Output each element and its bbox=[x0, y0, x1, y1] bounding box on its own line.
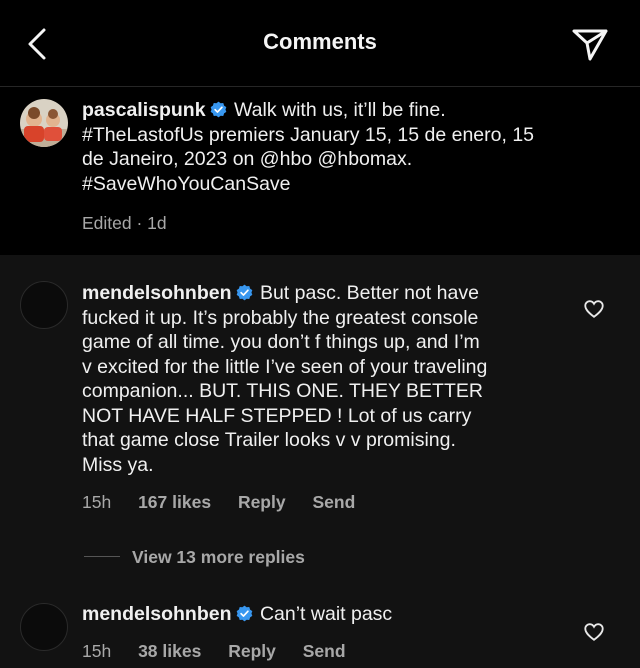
heart-icon bbox=[584, 623, 604, 641]
back-button[interactable] bbox=[20, 24, 60, 64]
reply-divider bbox=[84, 556, 120, 557]
post-caption: pascalispunk Walk with us, it’ll be fine… bbox=[0, 87, 640, 254]
replies-section: View 13 more replies mendelsohnben Can’t… bbox=[0, 533, 640, 668]
comment-text: mendelsohnben Can’t wait pasc bbox=[82, 602, 392, 627]
like-button[interactable] bbox=[583, 621, 605, 643]
comment-line: NOT HAVE HALF STEPPED ! Lot of us carry bbox=[82, 404, 472, 427]
header-bar: Comments bbox=[0, 0, 640, 87]
avatar[interactable] bbox=[20, 603, 68, 651]
caption-line: de Janeiro, 2023 on @hbo @hbomax. bbox=[82, 148, 413, 170]
reply-button[interactable]: Reply bbox=[228, 641, 276, 661]
comment-line: companion... BUT. THIS ONE. THEY BETTER bbox=[82, 380, 483, 402]
likes-count[interactable]: 38 likes bbox=[138, 641, 201, 661]
verified-badge-icon bbox=[236, 605, 252, 622]
view-more-replies-button[interactable]: View 13 more replies bbox=[132, 547, 305, 568]
avatar[interactable] bbox=[20, 99, 68, 147]
chevron-left-icon bbox=[28, 28, 46, 60]
like-button[interactable] bbox=[583, 298, 605, 320]
comment-line: v excited for the little I’ve seen of yo… bbox=[82, 355, 488, 378]
comment-line: But pasc. Better not have bbox=[259, 282, 479, 304]
comment-time: 15h bbox=[82, 492, 112, 512]
comment-username[interactable]: mendelsohnben bbox=[82, 282, 232, 304]
comment-text: mendelsohnben But pasc. Better not have … bbox=[82, 281, 487, 477]
comment-item: mendelsohnben But pasc. Better not have … bbox=[0, 255, 640, 533]
caption-line: Walk with us, it’ll be fine. bbox=[233, 99, 446, 121]
comment-meta: 15h 38 likes Reply Send bbox=[82, 641, 368, 662]
caption-line: #TheLastofUs premiers January 15, 15 de … bbox=[82, 123, 535, 146]
share-button[interactable] bbox=[568, 22, 612, 66]
comment-username[interactable]: mendelsohnben bbox=[82, 603, 232, 625]
comment-line: game of all time. you don’t f things up,… bbox=[82, 331, 480, 353]
comment-line: Miss ya. bbox=[82, 453, 154, 476]
comment-time: 15h bbox=[82, 641, 112, 661]
comment-line: fucked it up. It’s probably the greatest… bbox=[82, 306, 479, 329]
comment-line: Can’t wait pasc bbox=[259, 603, 393, 625]
send-button[interactable]: Send bbox=[312, 492, 355, 512]
likes-count[interactable]: 167 likes bbox=[138, 492, 211, 512]
page-title: Comments bbox=[263, 29, 377, 54]
heart-icon bbox=[584, 300, 604, 318]
send-button[interactable]: Send bbox=[303, 641, 346, 661]
comment-meta: 15h 167 likes Reply Send bbox=[82, 492, 377, 513]
caption-line: #SaveWhoYouCanSave bbox=[82, 172, 291, 195]
caption-text: pascalispunk Walk with us, it’ll be fine… bbox=[82, 98, 534, 196]
avatar-photo bbox=[20, 99, 68, 147]
comment-line: that game close Trailer looks v v promis… bbox=[82, 429, 456, 451]
paper-plane-icon bbox=[572, 29, 608, 61]
caption-username[interactable]: pascalispunk bbox=[82, 99, 206, 121]
edited-timestamp: Edited · 1d bbox=[82, 213, 167, 233]
avatar[interactable] bbox=[20, 281, 68, 329]
verified-badge-icon bbox=[236, 284, 252, 301]
reply-button[interactable]: Reply bbox=[238, 492, 286, 512]
verified-badge-icon bbox=[210, 101, 226, 118]
